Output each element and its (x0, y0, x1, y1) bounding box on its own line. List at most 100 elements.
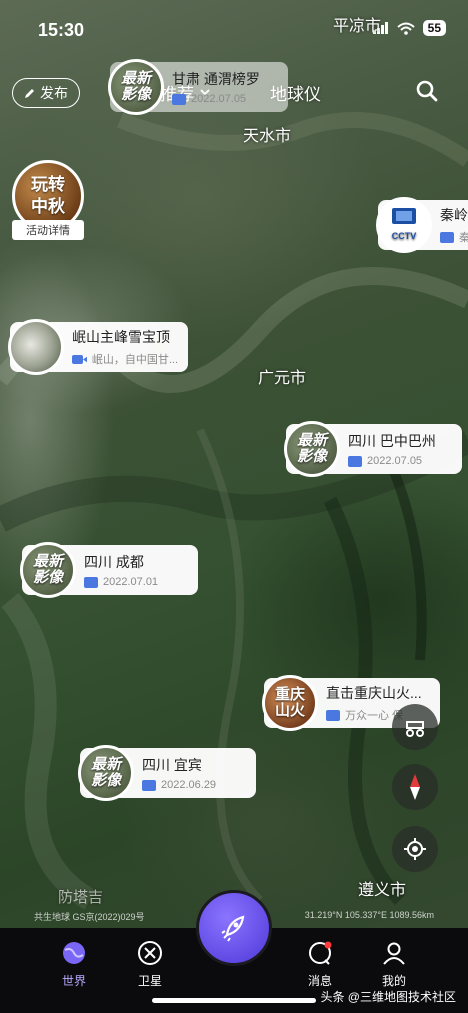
card-sub: 岷山，自中国甘... (72, 351, 178, 367)
card-sub: 秦 (440, 229, 468, 245)
card-info: 甘肃 通渭榜罗 2022.07.05 (172, 69, 260, 105)
thumb-line1: 最新 (90, 756, 121, 773)
status-bar: 15:30 55 (0, 0, 468, 58)
thumb-line2: 山火 (274, 702, 305, 719)
latest-image-thumbnail: 最新 影像 (78, 745, 134, 801)
map-copyright: 共生地球 GS京(2022)029号 (34, 912, 145, 922)
card-title: 甘肃 通渭榜罗 (172, 71, 260, 87)
image-icon (142, 779, 156, 791)
pencil-icon (25, 89, 34, 98)
map-card-bazhong[interactable]: 最新 影像 四川 巴中巴州 2022.07.05 (284, 421, 462, 477)
book-icon (440, 231, 454, 243)
card-info: 四川 巴中巴州 2022.07.05 (348, 431, 436, 467)
image-icon (84, 576, 98, 588)
layers-icon (406, 721, 424, 737)
launch-button[interactable] (196, 890, 272, 966)
publish-label: 发布 (40, 85, 68, 101)
nav-label-satellite: 卫星 (137, 974, 162, 988)
thumb-line1: 最新 (32, 553, 63, 570)
nav-item-mine[interactable]: 我的 (364, 940, 424, 989)
home-indicator (152, 998, 316, 1003)
card-date: 2022.06.29 (161, 779, 217, 791)
map-layers-button[interactable] (392, 704, 438, 750)
card-sub: 2022.06.29 (142, 779, 216, 791)
card-title: 四川 宜宾 (142, 757, 202, 773)
wifi-icon (396, 22, 415, 35)
event-title-line1: 玩转 (31, 175, 65, 194)
city-label-guangyuan: 广元市 (258, 370, 307, 387)
card-date: 2022.07.05 (367, 455, 423, 467)
latest-image-thumbnail: 最新 影像 (108, 59, 164, 115)
map-card-yibin[interactable]: 最新 影像 四川 宜宾 2022.06.29 (78, 745, 256, 801)
card-title: 四川 巴中巴州 (348, 433, 436, 449)
battery-level: 55 (422, 20, 446, 36)
nav-item-satellite[interactable]: 卫星 (120, 940, 180, 989)
latest-image-thumbnail: 最新 影像 (284, 421, 340, 477)
map-coordinates: 31.219°N 105.337°E 1089.56km (304, 910, 434, 920)
card-date: 2022.07.05 (191, 93, 247, 105)
compass-button[interactable] (392, 764, 438, 810)
city-label-pingliang: 平凉市 (333, 18, 382, 35)
thumb-line1: 最新 (296, 432, 327, 449)
snow-mountain-thumbnail (8, 319, 64, 375)
cctv-logo-thumbnail: CCTV (376, 197, 432, 253)
map-card-minshan[interactable]: 岷山主峰雪宝顶 岷山，自中国甘... (8, 319, 188, 375)
mid-autumn-event-badge[interactable]: 玩转 中秋 活动详情 (12, 160, 84, 240)
card-title: 直击重庆山火... (326, 685, 422, 701)
map-card-gansu-tongwei[interactable]: 最新 影像 甘肃 通渭榜罗 2022.07.05 (108, 59, 288, 115)
thumb-line1: 最新 (120, 70, 151, 87)
book-icon (326, 709, 340, 721)
card-title: 四川 成都 (84, 554, 144, 570)
thumb-line1: 重庆 (274, 686, 305, 703)
card-subtitle: 岷山，自中国甘... (91, 354, 178, 366)
mountain-fire-thumbnail: 重庆 山火 (262, 675, 318, 731)
thumb-line2: 影像 (90, 772, 121, 789)
city-label-bottom: 防塔吉 (58, 889, 104, 906)
event-title-line2: 中秋 (31, 197, 65, 216)
card-sub: 2022.07.05 (172, 93, 260, 105)
card-subtitle: 秦 (459, 232, 468, 244)
nav-label-messages: 消息 (307, 974, 332, 988)
map-card-chengdu[interactable]: 最新 影像 四川 成都 2022.07.01 (20, 542, 198, 598)
status-time: 15:30 (38, 20, 85, 40)
nav-label-world: 世界 (61, 974, 86, 988)
city-label-zunyi: 遵义市 (358, 882, 407, 899)
nav-item-messages[interactable]: 消息 (290, 940, 350, 989)
city-label-tianshui: 天水市 (243, 128, 292, 145)
event-details-label: 活动详情 (12, 220, 84, 240)
thumb-line2: 影像 (120, 86, 151, 103)
map-card-qinling[interactable]: CCTV 秦岭 秦 (376, 197, 468, 253)
card-info: 四川 宜宾 2022.06.29 (142, 755, 216, 791)
video-icon (72, 354, 87, 364)
satellite-map[interactable]: 15:30 55 平凉市 天水市 广元市 遵义市 防塔吉 发布 推荐 地球仪 (0, 0, 468, 928)
compass-icon (410, 774, 420, 800)
image-icon (348, 455, 362, 467)
latest-image-thumbnail: 最新 影像 (20, 542, 76, 598)
globe-icon (63, 942, 85, 964)
publish-button[interactable]: 发布 (12, 78, 80, 108)
cctv-logo-icon (392, 208, 416, 224)
card-info: 岷山主峰雪宝顶 岷山，自中国甘... (72, 327, 178, 367)
watermark: 头条 @三维地图技术社区 (320, 990, 456, 1004)
locate-icon (404, 838, 426, 860)
satellite-icon (138, 941, 162, 965)
card-title: 秦岭 (440, 207, 468, 223)
user-icon (383, 942, 405, 965)
card-sub: 2022.07.01 (84, 576, 158, 588)
thumb-line2: 影像 (296, 448, 327, 465)
status-icons: 55 (372, 20, 446, 36)
card-info: 秦岭 秦 (440, 205, 468, 245)
image-icon (172, 93, 186, 105)
locate-button[interactable] (392, 826, 438, 872)
cctv-logo-text: CCTV (391, 231, 417, 241)
rocket-icon (221, 915, 245, 942)
card-info: 四川 成都 2022.07.01 (84, 552, 158, 588)
message-bubble-icon (309, 941, 332, 965)
thumb-line2: 影像 (32, 569, 63, 586)
nav-item-world[interactable]: 世界 (44, 940, 104, 989)
card-title: 岷山主峰雪宝顶 (72, 329, 170, 345)
nav-label-mine: 我的 (381, 974, 406, 988)
search-icon[interactable] (414, 78, 440, 104)
card-sub: 2022.07.05 (348, 455, 436, 467)
card-date: 2022.07.01 (103, 576, 159, 588)
